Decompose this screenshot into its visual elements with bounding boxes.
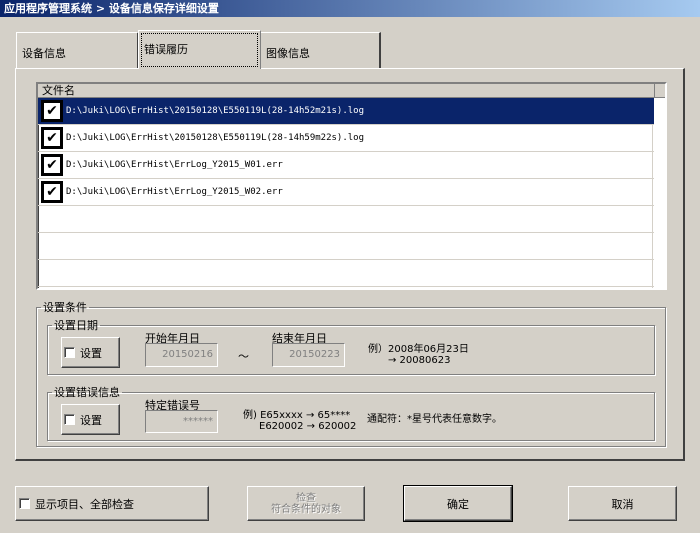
file-list[interactable]: 文件名 ✔ D:\Juki\LOG\ErrHist\20150128\E55011… — [36, 82, 667, 290]
group-title: 设置日期 — [54, 319, 98, 332]
tab-error-history[interactable]: 错误履历 — [138, 30, 261, 69]
window-title: 应用程序管理系统 > 设备信息保存详细设置 — [0, 0, 700, 17]
search-matching-button[interactable]: 检查 符合条件的对象 — [247, 486, 365, 521]
file-path: D:\Juki\LOG\ErrHist\ErrLog_Y2015_W02.err — [66, 187, 283, 197]
start-date-input[interactable]: 20150216 — [145, 343, 218, 367]
row-checkbox[interactable]: ✔ — [41, 154, 63, 176]
row-checkbox[interactable]: ✔ — [41, 127, 63, 149]
row-checkbox[interactable]: ✔ — [41, 100, 63, 122]
ok-button[interactable]: 确定 — [403, 485, 513, 522]
date-group: 设置日期 — [47, 317, 655, 375]
date-example: 例）2008年06月23日 — [368, 344, 469, 355]
date-set-toggle[interactable]: 设置 — [61, 337, 120, 368]
group-title: 设置错误信息 — [54, 386, 120, 399]
error-group: 设置错误信息 — [47, 384, 655, 441]
list-item[interactable]: ✔ D:\Juki\LOG\ErrHist\20150128\E550119L(2… — [38, 98, 654, 125]
list-item[interactable]: ✔ D:\Juki\LOG\ErrHist\ErrLog_Y2015_W01.er… — [38, 152, 654, 179]
date-example: → 20080623 — [388, 355, 451, 366]
empty-row — [38, 260, 654, 287]
toggle-label: 设置 — [80, 413, 102, 427]
checkbox[interactable] — [64, 347, 75, 358]
wildcard-note: 通配符：*星号代表任意数字。 — [367, 414, 502, 425]
tab-label: 图像信息 — [266, 47, 310, 60]
checkbox[interactable] — [19, 498, 30, 509]
error-example: E620002 → 620002 — [259, 421, 357, 432]
error-code-input[interactable]: ****** — [145, 410, 218, 433]
checkmark-icon: ✔ — [44, 130, 60, 146]
empty-row — [38, 206, 654, 233]
tab-label: 设备信息 — [22, 47, 66, 60]
checkbox[interactable] — [64, 414, 75, 425]
file-path: D:\Juki\LOG\ErrHist\ErrLog_Y2015_W01.err — [66, 160, 283, 170]
row-checkbox[interactable]: ✔ — [41, 181, 63, 203]
end-date-input[interactable]: 20150223 — [272, 343, 345, 367]
checkmark-icon: ✔ — [44, 103, 60, 119]
empty-row — [38, 233, 654, 260]
button-label: 符合条件的对象 — [271, 503, 341, 515]
list-item[interactable]: ✔ D:\Juki\LOG\ErrHist\ErrLog_Y2015_W02.er… — [38, 179, 654, 206]
list-item[interactable]: ✔ D:\Juki\LOG\ErrHist\20150128\E550119L(2… — [38, 125, 654, 152]
error-set-toggle[interactable]: 设置 — [61, 404, 120, 435]
cancel-button[interactable]: 取消 — [568, 486, 677, 521]
button-label: 检查 — [296, 492, 316, 504]
checkmark-icon: ✔ — [44, 184, 60, 200]
error-example: 例) E65xxxx → 65**** — [243, 410, 351, 421]
toggle-label: 显示项目、全部检查 — [35, 497, 134, 511]
show-all-check-toggle[interactable]: 显示项目、全部检查 — [15, 486, 209, 521]
tab-image-info[interactable]: 图像信息 — [260, 32, 381, 69]
button-label: 确定 — [447, 497, 469, 511]
checkmark-icon: ✔ — [44, 157, 60, 173]
tab-device-info[interactable]: 设备信息 — [16, 32, 139, 69]
group-title: 设置条件 — [43, 301, 87, 314]
button-label: 取消 — [611, 497, 634, 511]
range-separator: ～ — [238, 350, 249, 363]
toggle-label: 设置 — [80, 346, 102, 360]
file-path: D:\Juki\LOG\ErrHist\20150128\E550119L(28… — [66, 106, 365, 116]
column-header-filename[interactable]: 文件名 — [38, 84, 665, 98]
file-path: D:\Juki\LOG\ErrHist\20150128\E550119L(28… — [66, 133, 365, 143]
